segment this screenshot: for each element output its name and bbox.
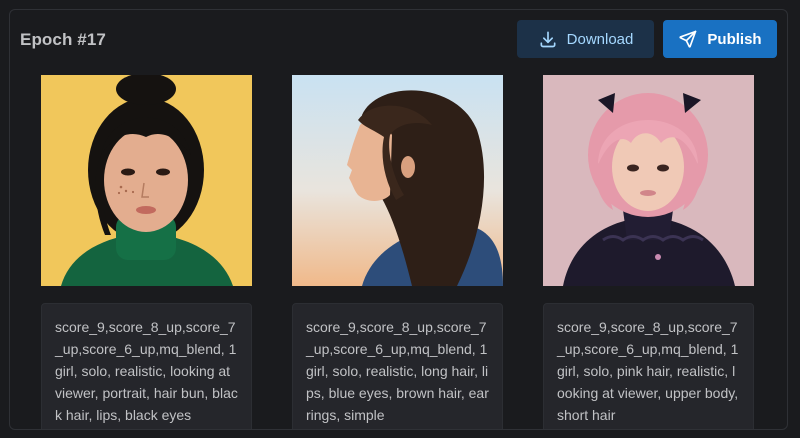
publish-label: Publish	[707, 30, 762, 48]
image-caption: score_9,score_8_up,score_7_up,score_6_up…	[292, 303, 503, 429]
epoch-panel: Epoch #17 Download Publish score_9,score…	[9, 9, 788, 430]
image-caption: score_9,score_8_up,score_7_up,score_6_up…	[543, 303, 754, 429]
epoch-title: Epoch #17	[20, 30, 106, 49]
generated-image[interactable]	[292, 75, 503, 286]
download-icon	[538, 29, 558, 49]
image-card: score_9,score_8_up,score_7_up,score_6_up…	[292, 75, 503, 429]
image-card: score_9,score_8_up,score_7_up,score_6_up…	[543, 75, 754, 429]
download-label: Download	[566, 30, 634, 48]
image-card: score_9,score_8_up,score_7_up,score_6_up…	[41, 75, 252, 429]
generated-image[interactable]	[543, 75, 754, 286]
send-icon	[678, 29, 698, 49]
image-caption: score_9,score_8_up,score_7_up,score_6_up…	[41, 303, 252, 429]
download-button[interactable]: Download	[517, 20, 654, 58]
publish-button[interactable]: Publish	[663, 20, 777, 58]
generated-image[interactable]	[41, 75, 252, 286]
